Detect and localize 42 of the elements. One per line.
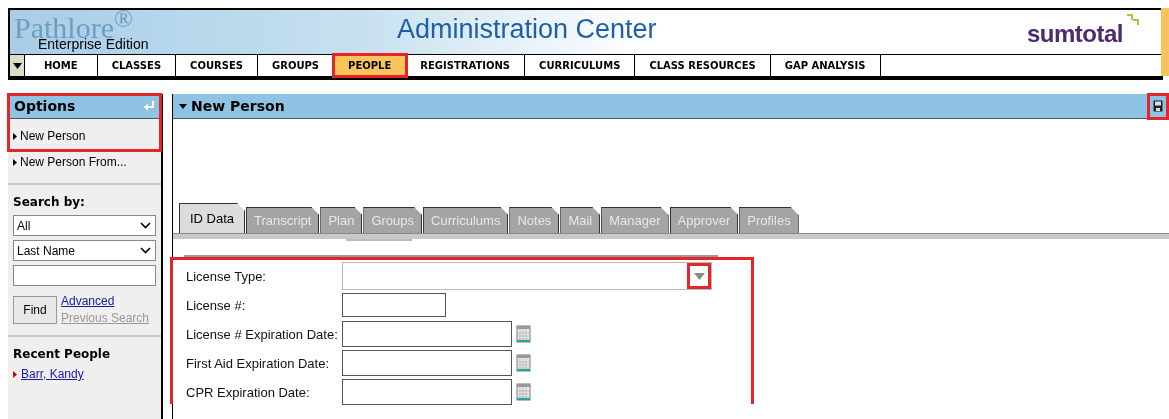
field-label: License Type: [186, 268, 267, 284]
triangle-icon [13, 158, 17, 166]
calendar-icon[interactable] [516, 354, 532, 372]
triangle-icon [13, 132, 17, 140]
calendar-icon[interactable] [516, 383, 532, 401]
caret-icon [179, 103, 187, 109]
chevron-icon [140, 222, 151, 229]
field-dropdown[interactable]: Last Name [13, 240, 156, 261]
nav-tab[interactable]: PEOPLE [334, 55, 407, 76]
calendar-icon[interactable] [516, 325, 532, 343]
field-label: License #: [186, 297, 247, 313]
field-label: CPR Expiration Date: [186, 384, 311, 400]
date-field[interactable] [342, 321, 512, 347]
return-arrow-icon [143, 100, 155, 112]
find-button[interactable]: Find [13, 295, 57, 324]
chevron-icon [140, 247, 151, 254]
page-title: Administration Center [397, 14, 657, 45]
option-link[interactable]: New Person [8, 119, 161, 151]
search-field[interactable] [13, 265, 156, 286]
tab[interactable]: ID Data [179, 203, 246, 233]
recent-title: Recent People [13, 347, 112, 361]
advanced-link[interactable]: Advanced [61, 294, 150, 308]
caret-icon [12, 62, 22, 69]
side-strip [1161, 8, 1169, 76]
menu-toggle[interactable] [10, 55, 25, 76]
option-link[interactable]: New Person From... [8, 151, 161, 177]
panel-title: New Person [191, 98, 285, 114]
date-field[interactable] [342, 379, 512, 405]
corner-marks-icon [1125, 14, 1139, 28]
save-button[interactable] [1147, 92, 1169, 120]
search-label: Search by: [13, 195, 86, 209]
field-label: First Aid Expiration Date: [186, 355, 331, 371]
dropdown-arrow-icon [693, 272, 705, 280]
panel-title: Options [14, 98, 76, 114]
triangle-icon [13, 370, 17, 378]
input-field[interactable] [342, 293, 446, 317]
recent-person-link[interactable]: Barr, Kandy [13, 367, 156, 381]
field-label: License # Expiration Date: [186, 326, 339, 342]
brand-logo: sumtotal [1027, 20, 1123, 48]
date-field[interactable] [342, 350, 512, 376]
license-type-dropdown[interactable] [342, 262, 712, 290]
filter-dropdown[interactable]: All [13, 215, 156, 236]
